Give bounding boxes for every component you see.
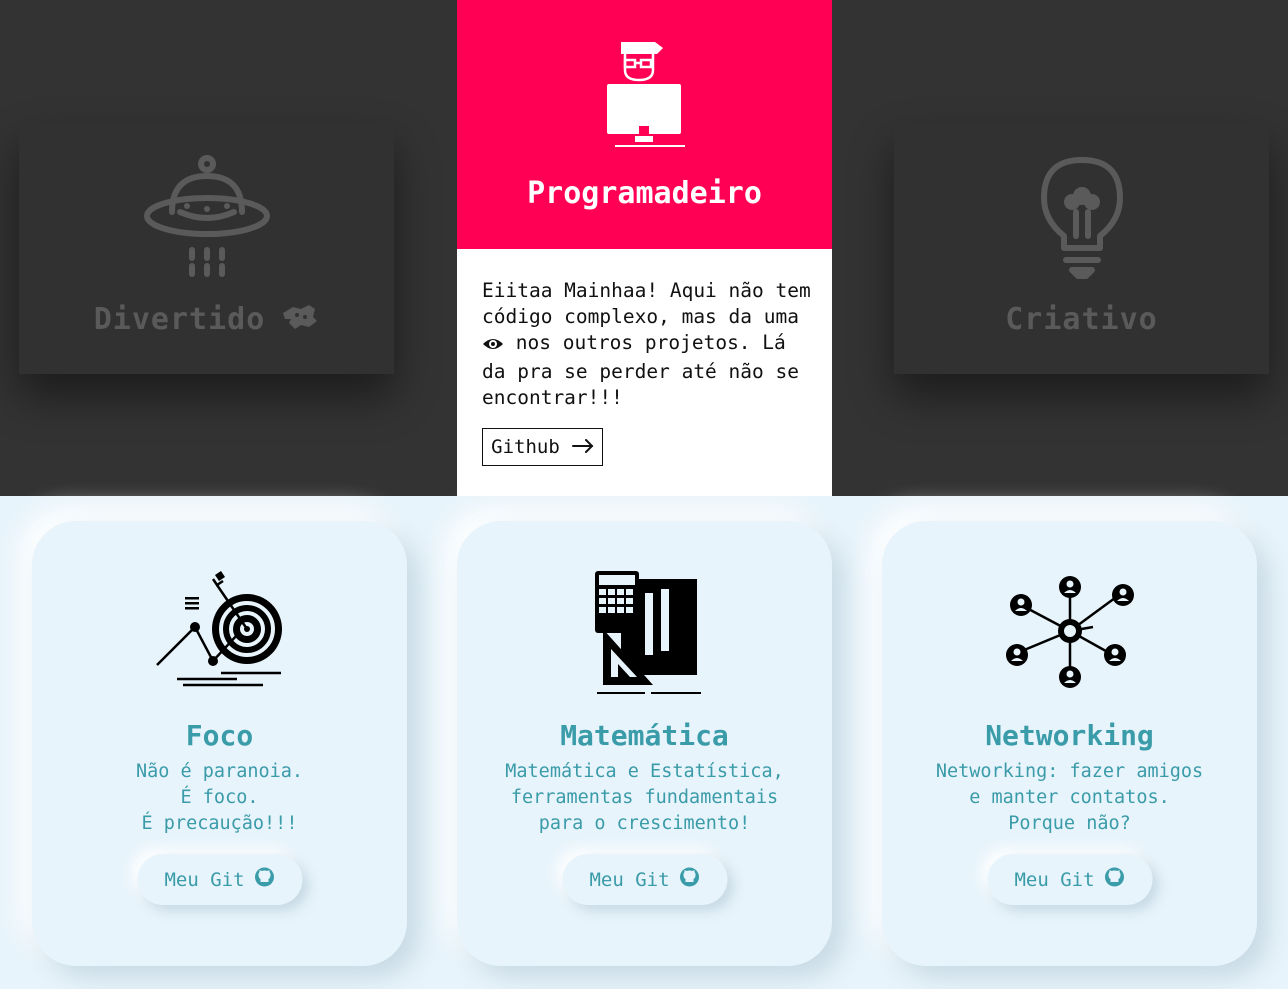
card-matematica-description: Matemática e Estatística, ferramentas fu… bbox=[505, 761, 784, 834]
card-programadeiro-text: Eiitaa Mainhaa! Aqui não tem código comp… bbox=[482, 279, 811, 409]
card-divertido: Divertido bbox=[19, 124, 394, 374]
hand-gesture-icon bbox=[279, 303, 319, 339]
card-matematica-title: Matemática bbox=[560, 719, 729, 752]
card-divertido-label: Divertido bbox=[19, 302, 394, 339]
meu-git-button-matematica[interactable]: Meu Git bbox=[562, 854, 727, 905]
card-networking: Networking Networking: fazer amigos e ma… bbox=[882, 521, 1257, 966]
card-networking-title: Networking bbox=[985, 719, 1154, 752]
card-criativo-label: Criativo bbox=[1005, 302, 1158, 337]
card-foco-title: Foco bbox=[185, 719, 254, 752]
github-button[interactable]: Github bbox=[482, 428, 603, 466]
card-programadeiro: Programadeiro Eiitaa Mainhaa! Aqui não t… bbox=[457, 0, 832, 496]
card-matematica: Matemática Matemática e Estatística, fer… bbox=[457, 521, 832, 966]
network-icon bbox=[1005, 575, 1135, 693]
top-section: Divertido Programadeiro Eiitaa Mainhaa! … bbox=[0, 0, 1288, 496]
math-tools-icon bbox=[585, 569, 705, 701]
card-programadeiro-title: Programadeiro bbox=[527, 176, 762, 211]
card-criativo: Criativo bbox=[894, 124, 1269, 374]
card-foco-description: Não é paranoia. É foco. É precaução!!! bbox=[135, 761, 304, 834]
target-goal-icon bbox=[155, 569, 285, 691]
arrow-right-icon bbox=[571, 436, 594, 458]
card-foco: Foco Não é paranoia. É foco. É precaução… bbox=[32, 521, 407, 966]
github-icon bbox=[1105, 867, 1125, 892]
github-icon bbox=[680, 867, 700, 892]
ufo-icon bbox=[142, 154, 272, 284]
meu-git-button-foco[interactable]: Meu Git bbox=[137, 854, 302, 905]
lightbulb-icon bbox=[1040, 156, 1124, 286]
programmer-at-computer-icon bbox=[605, 40, 685, 154]
meu-git-button-networking[interactable]: Meu Git bbox=[987, 854, 1152, 905]
github-icon bbox=[255, 867, 275, 892]
eye-icon bbox=[482, 333, 504, 359]
card-programadeiro-header: Programadeiro bbox=[457, 0, 832, 249]
card-networking-description: Networking: fazer amigos e manter contat… bbox=[935, 761, 1204, 834]
